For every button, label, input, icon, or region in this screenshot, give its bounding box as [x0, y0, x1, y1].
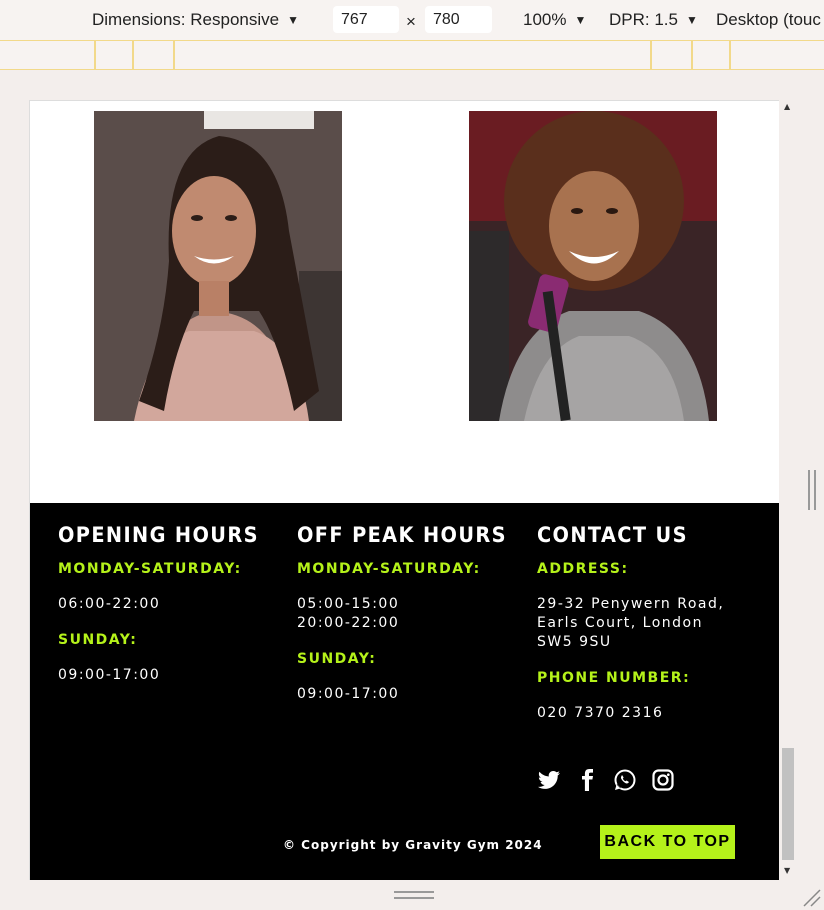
dimensions-dropdown[interactable]: Dimensions: Responsive ▼	[92, 10, 299, 30]
off-peak-section: OFF PEAK HOURS MONDAY-SATURDAY: 05:00-15…	[297, 523, 527, 722]
chevron-down-icon: ▼	[574, 13, 587, 27]
person-photo-icon	[469, 111, 717, 421]
address-line: 29-32 Penywern Road,	[537, 596, 725, 612]
opening-hours-title: OPENING HOURS	[58, 523, 259, 547]
ruler-divider[interactable]	[94, 41, 96, 69]
height-resize-handle[interactable]	[394, 891, 434, 899]
ruler-divider[interactable]	[729, 41, 731, 69]
weekday-hours-line: 05:00-15:00	[297, 596, 400, 612]
copyright-text: © Copyright by Gravity Gym 2024	[283, 838, 543, 852]
back-to-top-button[interactable]: BACK TO TOP	[600, 825, 735, 859]
scroll-down-arrow-icon[interactable]: ▼	[784, 866, 790, 875]
ruler-divider[interactable]	[173, 41, 175, 69]
ruler-divider[interactable]	[650, 41, 652, 69]
weekday-label: MONDAY-SATURDAY:	[297, 561, 481, 577]
sunday-hours: 09:00-17:00	[58, 667, 161, 683]
off-peak-title: OFF PEAK HOURS	[297, 523, 507, 547]
site-footer: OPENING HOURS MONDAY-SATURDAY: 06:00-22:…	[30, 503, 779, 880]
trainer-photo-2	[469, 111, 717, 421]
contact-title: CONTACT US	[537, 523, 688, 547]
weekday-hours: 06:00-22:00	[58, 596, 161, 612]
dimensions-label: Dimensions: Responsive	[92, 10, 280, 29]
person-photo-icon	[94, 111, 342, 421]
scrollbar-thumb[interactable]	[782, 748, 794, 860]
media-query-bar	[0, 40, 824, 70]
chevron-down-icon: ▼	[287, 13, 299, 27]
twitter-icon[interactable]	[537, 768, 561, 792]
sunday-label: SUNDAY:	[297, 651, 377, 667]
dpr-dropdown[interactable]: DPR: 1.5 ▼	[609, 10, 698, 30]
ruler-divider[interactable]	[691, 41, 693, 69]
device-mode-label: Desktop (touc	[716, 10, 821, 29]
dpr-label: DPR: 1.5	[609, 10, 678, 29]
address-label: ADDRESS:	[537, 561, 629, 577]
sunday-hours: 09:00-17:00	[297, 686, 400, 702]
instagram-icon[interactable]	[651, 768, 675, 792]
sunday-label: SUNDAY:	[58, 632, 138, 648]
times-symbol: ×	[406, 12, 416, 31]
contact-section: CONTACT US ADDRESS: 29-32 Penywern Road,…	[537, 523, 767, 741]
page-viewport: OPENING HOURS MONDAY-SATURDAY: 06:00-22:…	[29, 100, 779, 880]
weekday-label: MONDAY-SATURDAY:	[58, 561, 242, 577]
address-line: SW5 9SU	[537, 634, 612, 650]
chevron-down-icon: ▼	[685, 13, 698, 27]
height-input[interactable]: 780	[425, 6, 492, 33]
whatsapp-icon[interactable]	[613, 768, 637, 792]
weekday-hours: 05:00-15:00 20:00-22:00	[297, 595, 527, 633]
zoom-dropdown[interactable]: 100% ▼	[523, 10, 586, 30]
width-input[interactable]: 767	[333, 6, 399, 33]
device-mode-dropdown[interactable]: Desktop (touc	[716, 10, 821, 30]
weekday-hours-line: 20:00-22:00	[297, 615, 400, 631]
scroll-up-arrow-icon[interactable]: ▲	[784, 102, 790, 111]
address-line: Earls Court, London	[537, 615, 703, 631]
width-resize-handle[interactable]	[808, 470, 816, 510]
zoom-label: 100%	[523, 10, 567, 29]
phone-value: 020 7370 2316	[537, 705, 664, 721]
address-value: 29-32 Penywern Road, Earls Court, London…	[537, 595, 767, 652]
social-links	[537, 768, 675, 792]
ruler-divider[interactable]	[132, 41, 134, 69]
opening-hours-section: OPENING HOURS MONDAY-SATURDAY: 06:00-22:…	[58, 523, 288, 703]
corner-resize-handle-icon[interactable]	[800, 886, 822, 908]
phone-label: PHONE NUMBER:	[537, 670, 691, 686]
trainer-photo-1	[94, 111, 342, 421]
vertical-scrollbar[interactable]: ▲ ▼	[780, 100, 796, 880]
facebook-icon[interactable]	[575, 768, 599, 792]
devtools-toolbar: Dimensions: Responsive ▼ 767 × 780 100% …	[0, 0, 824, 40]
